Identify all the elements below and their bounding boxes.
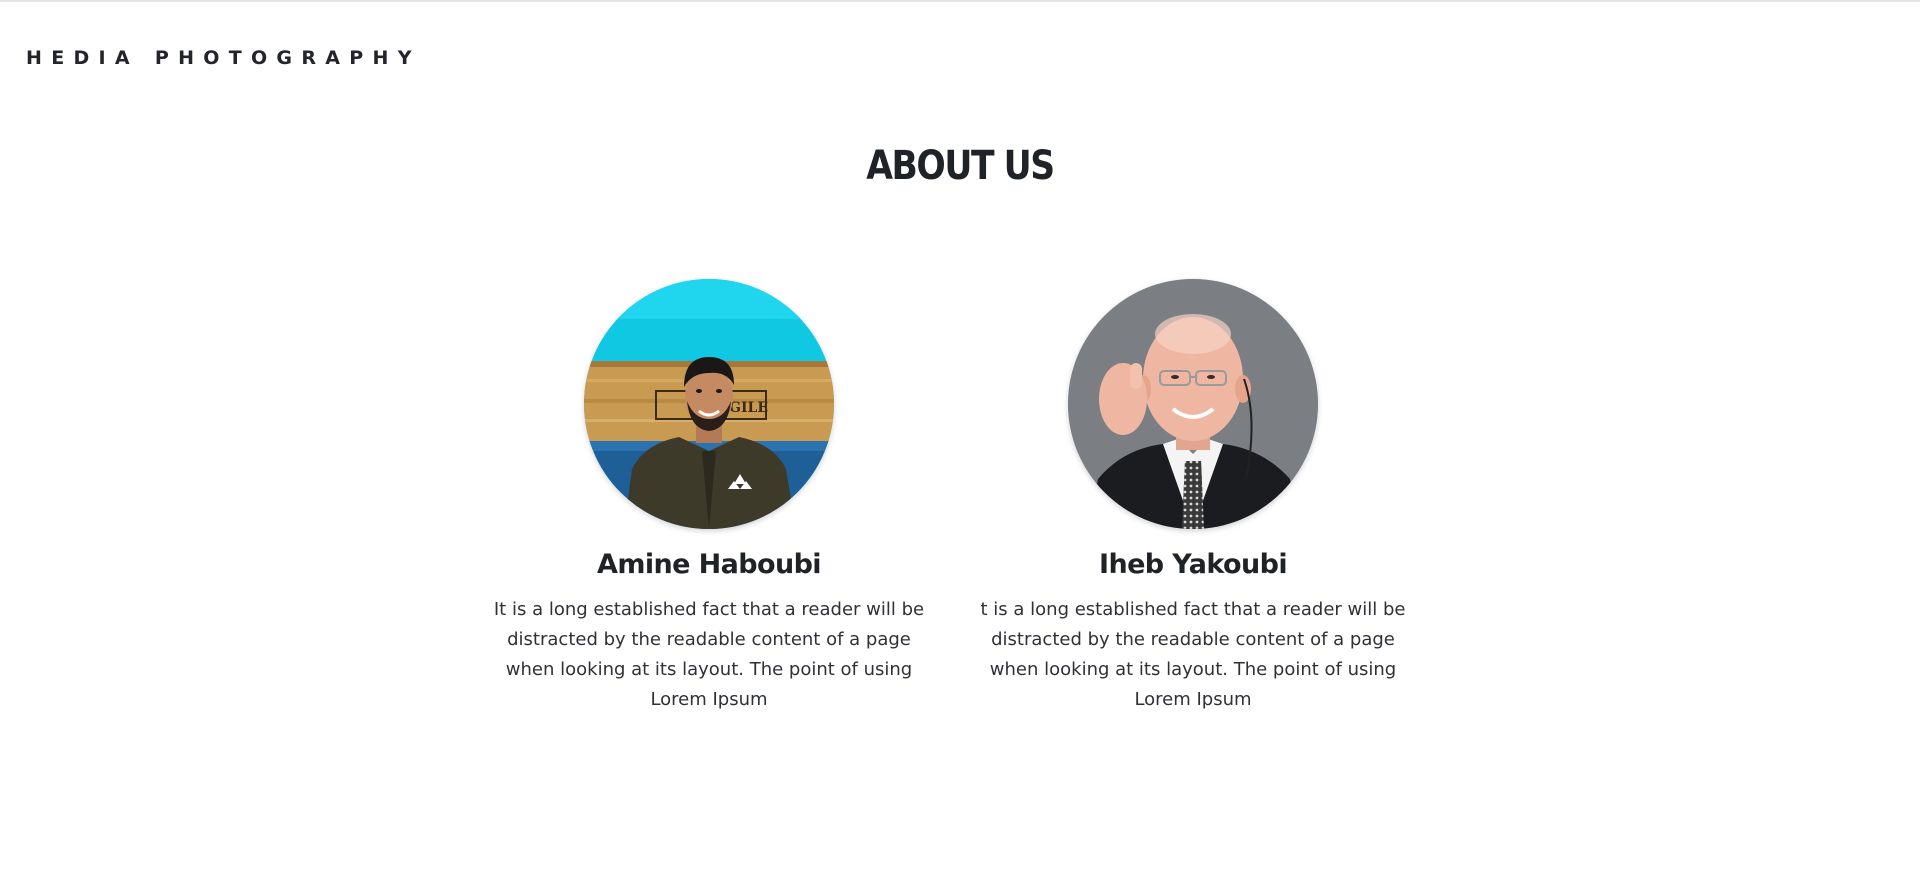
team-member-card: GILE Amine Haboubi It is a long establis… <box>484 279 934 715</box>
photo-sign-text: GILE <box>729 400 768 416</box>
member-bio: t is a long established fact that a read… <box>980 599 1406 710</box>
member-name: Amine Haboubi <box>597 549 822 580</box>
member-bio: It is a long established fact that a rea… <box>493 599 925 710</box>
avatar: GILE <box>584 279 834 529</box>
member-name: Iheb Yakoubi <box>1099 549 1288 580</box>
team-member-card: Iheb Yakoubi t is a long established fac… <box>968 279 1418 715</box>
page-title: ABOUT US <box>866 143 1055 189</box>
top-divider <box>0 0 1920 2</box>
avatar <box>1068 279 1318 529</box>
brand-logo[interactable]: HEDIA PHOTOGRAPHY <box>26 47 421 69</box>
